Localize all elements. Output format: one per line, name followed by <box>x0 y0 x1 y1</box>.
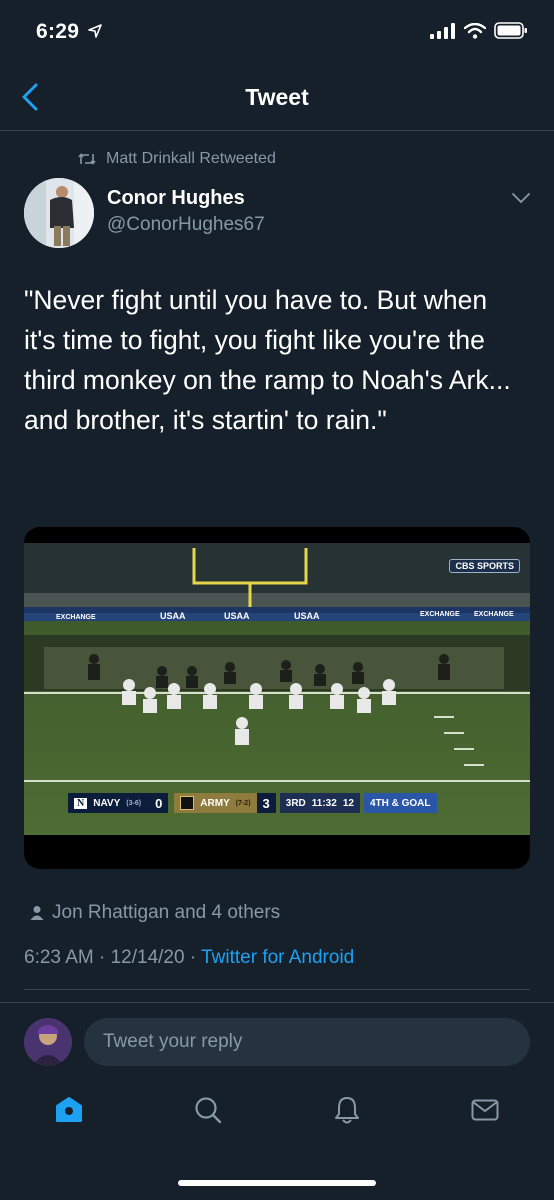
liked-by-label: Jon Rhattigan and 4 others <box>52 902 281 923</box>
author-name[interactable]: Conor Hughes <box>107 187 245 210</box>
user-avatar[interactable] <box>24 1018 72 1066</box>
reply-input[interactable]: Tweet your reply <box>84 1018 530 1066</box>
sponsor-banner-2: USAA <box>224 611 250 621</box>
cellular-signal-icon <box>430 22 455 39</box>
clock: 11:32 <box>311 797 337 809</box>
retweet-icon <box>78 153 96 165</box>
tweet-text: "Never fight until you have to. But when… <box>24 285 511 435</box>
status-indicators <box>430 22 528 39</box>
navy-scorebox: N NAVY (3-6) 0 <box>68 793 169 813</box>
sponsor-banner-1: USAA <box>160 611 186 621</box>
search-icon <box>195 1097 222 1124</box>
header-divider <box>0 130 554 131</box>
page-title: Tweet <box>245 84 309 110</box>
away-team: NAVY <box>93 797 121 809</box>
retweet-context[interactable]: Matt Drinkall Retweeted <box>78 150 276 168</box>
chevron-down-icon[interactable] <box>510 190 532 206</box>
game-clock: 3RD 11:32 12 <box>279 793 360 813</box>
person-icon <box>30 906 44 920</box>
army-scorebox: ARMY (7-2) <box>174 793 257 813</box>
home-indicator <box>178 1180 376 1186</box>
away-record: (3-6) <box>126 799 142 807</box>
retweeted-by-label: Matt Drinkall Retweeted <box>106 150 276 167</box>
notifications-icon <box>335 1097 359 1124</box>
author-photo <box>24 178 94 248</box>
home-icon <box>56 1097 82 1122</box>
quarter: 3RD <box>285 797 306 809</box>
location-arrow-icon <box>88 24 102 38</box>
scoreboard: N NAVY (3-6) 0 ARMY (7-2) 3 3RD 11:32 12… <box>68 793 437 813</box>
bottom-nav <box>0 1090 554 1140</box>
video-thumbnail <box>24 543 530 835</box>
play-clock: 12 <box>342 797 354 809</box>
meta-divider <box>24 989 530 990</box>
away-score: 0 <box>155 795 163 811</box>
messages-icon <box>471 1099 499 1121</box>
nav-notifications[interactable] <box>327 1090 367 1130</box>
tweet-timestamp: 6:23 AM · 12/14/20 · <box>24 947 202 968</box>
tweet-meta: 6:23 AM · 12/14/20 · Twitter for Android <box>24 947 354 969</box>
battery-icon <box>494 22 527 39</box>
army-logo <box>180 796 195 810</box>
navy-logo: N <box>74 797 88 809</box>
home-team: ARMY <box>200 797 230 809</box>
sponsor-banner-3: USAA <box>294 611 320 621</box>
video-player[interactable]: CBS SPORTS USAA USAA USAA EXCHANGE EXCHA… <box>24 527 530 869</box>
nav-search[interactable] <box>188 1090 228 1130</box>
nav-home[interactable] <box>49 1090 89 1130</box>
nav-messages[interactable] <box>465 1090 505 1130</box>
exchange-banner-2: EXCHANGE <box>420 611 460 618</box>
home-score: 3 <box>256 793 276 813</box>
author-handle[interactable]: @ConorHughes67 <box>107 214 265 236</box>
tweet-source-link[interactable]: Twitter for Android <box>201 947 354 968</box>
status-time: 6:29 <box>36 20 80 43</box>
exchange-banner-1: EXCHANGE <box>56 614 96 621</box>
network-logo: CBS SPORTS <box>449 559 520 573</box>
down-and-distance: 4TH & GOAL <box>363 793 437 813</box>
home-record: (7-2) <box>235 799 251 807</box>
liked-by-row[interactable]: Jon Rhattigan and 4 others <box>30 902 280 924</box>
reply-divider <box>0 1002 554 1003</box>
wifi-icon <box>464 22 486 39</box>
exchange-banner-3: EXCHANGE <box>474 611 514 618</box>
author-avatar[interactable] <box>24 178 94 248</box>
user-photo <box>24 1018 72 1066</box>
